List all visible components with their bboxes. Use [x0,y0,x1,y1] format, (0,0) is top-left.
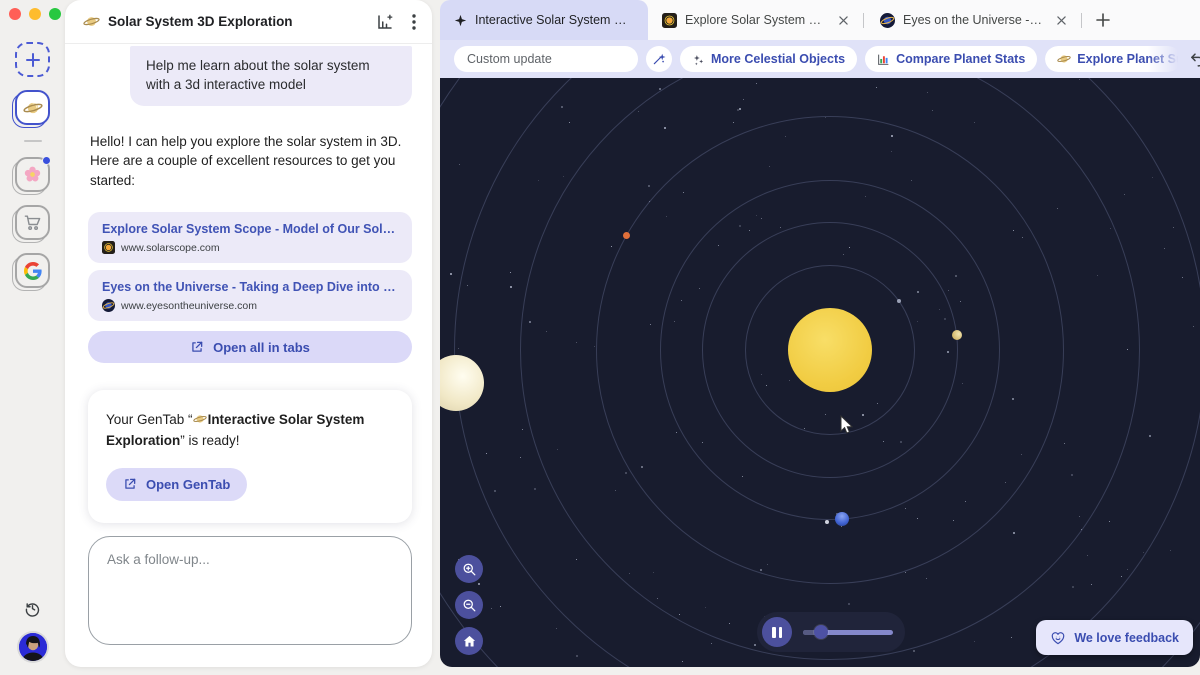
link-domain-text: www.solarscope.com [121,242,220,254]
new-chat-button[interactable] [15,42,50,77]
heart-smile-icon [1050,630,1066,646]
sidebar-item-google[interactable] [15,253,50,288]
close-tab-icon[interactable] [835,12,851,28]
more-celestial-objects-button[interactable]: More Celestial Objects [680,46,857,72]
minimize-window-button[interactable] [29,8,41,20]
menu-kebab-icon[interactable] [412,14,416,30]
link-card-eyesontheuniverse[interactable]: Eyes on the Universe - Taking a Deep Div… [88,270,412,321]
maximize-window-button[interactable] [49,8,61,20]
rail-divider [24,140,42,142]
gentab-toolbar: More Celestial Objects Compare Planet St… [440,40,1200,78]
plus-icon [25,52,41,68]
custom-update-input[interactable] [454,46,638,72]
feedback-label: We love feedback [1074,631,1179,645]
home-icon [462,634,477,649]
sidebar-item-shopping[interactable] [15,205,50,240]
flower-icon [23,165,42,184]
saturn-icon [83,13,100,30]
link-domain-text: www.eyesontheuniverse.com [121,300,257,312]
planet-earth[interactable] [835,512,849,526]
pause-icon [772,627,776,638]
playback-bar [757,612,905,652]
gentab-ready-card: Your GenTab “Interactive Solar System Ex… [88,390,412,523]
chat-title: Solar System 3D Exploration [108,14,293,29]
link-card-solarscope[interactable]: Explore Solar System Scope - Model of Ou… [88,212,412,263]
planet-mars[interactable] [623,232,630,239]
slider-thumb[interactable] [814,625,828,639]
planet-mercury[interactable] [897,299,901,303]
compare-planet-stats-button[interactable]: Compare Planet Stats [865,46,1037,72]
zoom-in-icon [462,562,477,577]
google-logo-icon [24,262,42,280]
magic-wand-button[interactable] [646,46,672,72]
tab-label: Interactive Solar System Explor… [475,13,634,27]
tab-separator [1081,13,1082,28]
sidebar-item-solar-system[interactable] [15,90,50,125]
open-all-label: Open all in tabs [213,340,310,355]
notification-dot [42,156,51,165]
tab-label: Explore Solar System Scope - [685,13,827,27]
zoom-out-icon [462,598,477,613]
link-title[interactable]: Explore Solar System Scope - Model of Ou… [102,222,398,236]
saturn-icon [23,98,43,118]
pause-icon [779,627,783,638]
open-in-new-icon [190,340,204,354]
planet-sun[interactable] [788,308,872,392]
cart-icon [23,213,42,232]
gentab-ready-text: Your GenTab “Interactive Solar System Ex… [106,410,394,451]
history-icon[interactable] [24,600,41,617]
open-gentab-button[interactable]: Open GenTab [106,468,247,501]
saturn-icon [193,412,207,426]
tab-interactive-solar-system[interactable]: Interactive Solar System Explor… [440,0,648,40]
mouse-cursor [840,415,854,435]
planet-venus[interactable] [952,330,962,340]
eyesontheuniverse-favicon [880,13,895,28]
app-rail [0,0,65,675]
toolbar-action-label: Compare Planet Stats [896,52,1025,66]
tab-solar-system-scope[interactable]: Explore Solar System Scope - [648,0,861,40]
tab-strip: Interactive Solar System Explor… Explore… [440,0,1200,40]
user-avatar[interactable] [19,633,47,661]
sidebar-item-flower[interactable] [15,157,50,192]
tab-eyes-on-the-universe[interactable]: Eyes on the Universe - Taking [866,0,1079,40]
assistant-message: Hello! I can help you explore the solar … [90,132,410,191]
planet-moon[interactable] [825,520,829,524]
speed-slider[interactable] [803,630,893,635]
open-all-in-tabs-button[interactable]: Open all in tabs [88,331,412,363]
solarscope-favicon [102,241,115,254]
followup-input[interactable] [88,536,412,645]
feedback-button[interactable]: We love feedback [1036,620,1193,655]
zoom-in-button[interactable] [455,555,483,583]
open-gentab-label: Open GenTab [146,477,230,492]
toolbar-action-label: Explore Planet Surfac [1077,52,1181,66]
close-tab-icon[interactable] [1053,12,1069,28]
tab-label: Eyes on the Universe - Taking [903,13,1045,27]
tab-separator [863,13,864,28]
zoom-out-button[interactable] [455,591,483,619]
solar-canvas[interactable]: We love feedback [440,78,1200,667]
undo-icon[interactable] [1189,51,1200,68]
pause-button[interactable] [762,617,792,647]
eyesontheuniverse-favicon [102,299,115,312]
user-message: Help me learn about the solar system wit… [130,46,412,106]
open-in-new-icon [123,477,137,491]
close-window-button[interactable] [9,8,21,20]
home-view-button[interactable] [455,627,483,655]
window-controls [9,8,61,20]
new-tab-button[interactable] [1096,13,1110,27]
new-gentab-icon[interactable] [376,13,394,31]
solarscope-favicon [662,13,677,28]
saturn-icon [1057,52,1071,66]
magic-wand-icon [652,52,666,66]
toolbar-action-label: More Celestial Objects [711,52,845,66]
explore-planet-surfaces-button[interactable]: Explore Planet Surfac [1045,46,1181,72]
bar-chart-icon [877,53,890,66]
chat-header: Solar System 3D Exploration [65,0,432,44]
sparkles-icon [692,53,705,66]
link-title[interactable]: Eyes on the Universe - Taking a Deep Div… [102,280,398,294]
gentab-sparkle-icon [454,14,467,27]
assistant-panel: Solar System 3D Exploration Help me lear… [65,0,432,667]
